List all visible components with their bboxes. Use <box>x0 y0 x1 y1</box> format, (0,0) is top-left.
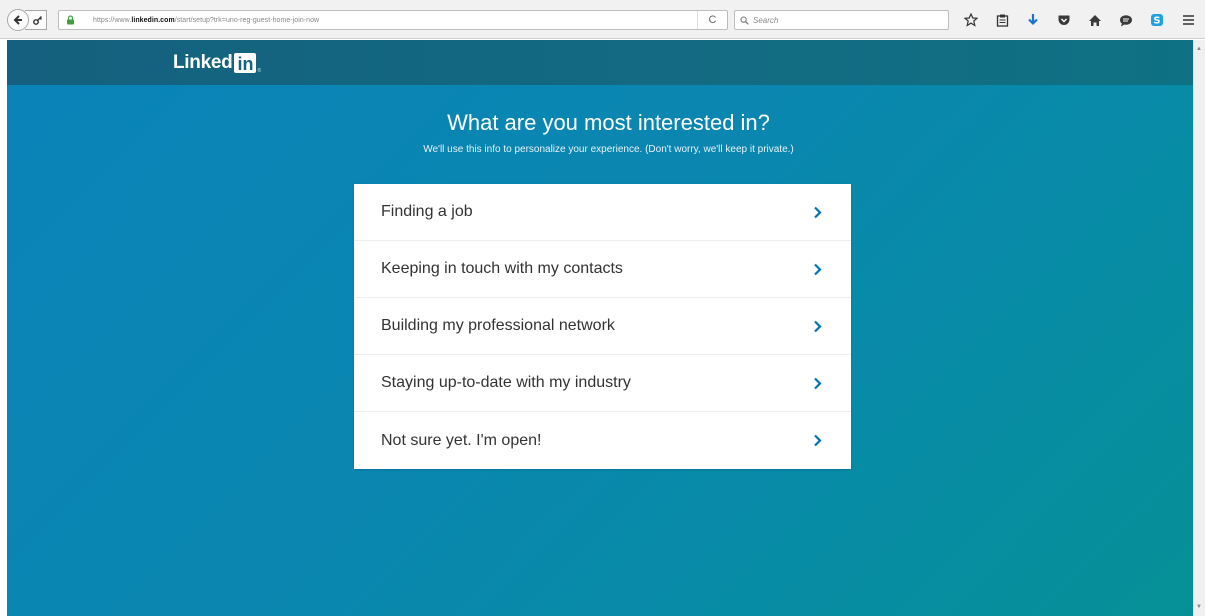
linkedin-logo[interactable]: Linked in ® <box>173 52 261 74</box>
option-label: Staying up-to-date with my industry <box>381 374 631 391</box>
menu-icon[interactable] <box>1177 10 1199 30</box>
chevron-right-icon <box>810 262 824 276</box>
logo-registered-mark: ® <box>257 68 262 74</box>
chevron-right-icon <box>810 434 824 448</box>
option-staying-up-to-date[interactable]: Staying up-to-date with my industry <box>354 355 851 412</box>
url-path: /start/setup?trk=uno-reg-guest-home-join… <box>174 16 320 24</box>
page-content: Linked in ® What are you most interested… <box>7 40 1193 616</box>
search-icon <box>740 15 749 25</box>
back-button[interactable] <box>7 9 29 31</box>
search-bar[interactable] <box>734 10 949 30</box>
download-icon[interactable] <box>1022 10 1044 30</box>
chevron-right-icon <box>810 319 824 333</box>
option-not-sure[interactable]: Not sure yet. I'm open! <box>354 412 851 469</box>
home-icon[interactable] <box>1084 10 1106 30</box>
search-input[interactable] <box>753 15 933 25</box>
bookmarks-list-icon[interactable] <box>991 10 1013 30</box>
pocket-icon[interactable] <box>1053 10 1075 30</box>
lock-icon <box>63 13 77 27</box>
back-arrow-icon <box>13 15 22 25</box>
option-building-network[interactable]: Building my professional network <box>354 298 851 355</box>
nav-group <box>7 9 47 31</box>
chevron-right-icon <box>810 205 824 219</box>
logo-text: Linked <box>173 52 233 73</box>
page-title: What are you most interested in? <box>447 110 770 135</box>
page-scrollbar[interactable]: ▲ ▼ <box>1193 40 1205 616</box>
option-label: Building my professional network <box>381 317 615 334</box>
reload-button[interactable]: C <box>697 11 727 29</box>
url-prefix: https://www. <box>93 16 132 24</box>
url-domain: linkedin.com <box>131 16 175 24</box>
option-label: Keeping in touch with my contacts <box>381 260 623 277</box>
chat-icon[interactable] <box>1115 10 1137 30</box>
page-subtitle: We'll use this info to personalize your … <box>423 144 794 155</box>
url-bar[interactable]: https://www.linkedin.com/start/setup?trk… <box>58 10 728 30</box>
option-keeping-in-touch[interactable]: Keeping in touch with my contacts <box>354 241 851 298</box>
reload-icon: C <box>708 14 717 26</box>
option-label: Not sure yet. I'm open! <box>381 431 542 449</box>
bookmark-star-icon[interactable] <box>960 10 982 30</box>
svg-text:S: S <box>1153 16 1160 27</box>
option-label: Finding a job <box>381 203 473 220</box>
chevron-right-icon <box>810 376 824 390</box>
scroll-down-icon[interactable]: ▼ <box>1196 604 1202 610</box>
logo-in-badge: in <box>234 53 257 73</box>
interest-options-card: Finding a job Keeping in touch with my c… <box>354 184 851 469</box>
toolbar-icons: S <box>960 10 1205 30</box>
scroll-up-icon[interactable]: ▲ <box>1196 46 1202 52</box>
option-finding-job[interactable]: Finding a job <box>354 184 851 241</box>
site-header: Linked in ® <box>7 40 1193 85</box>
browser-toolbar: https://www.linkedin.com/start/setup?trk… <box>0 0 1205 39</box>
url-text[interactable]: https://www.linkedin.com/start/setup?trk… <box>93 17 319 24</box>
key-icon <box>33 16 42 25</box>
skype-icon[interactable]: S <box>1146 10 1168 30</box>
